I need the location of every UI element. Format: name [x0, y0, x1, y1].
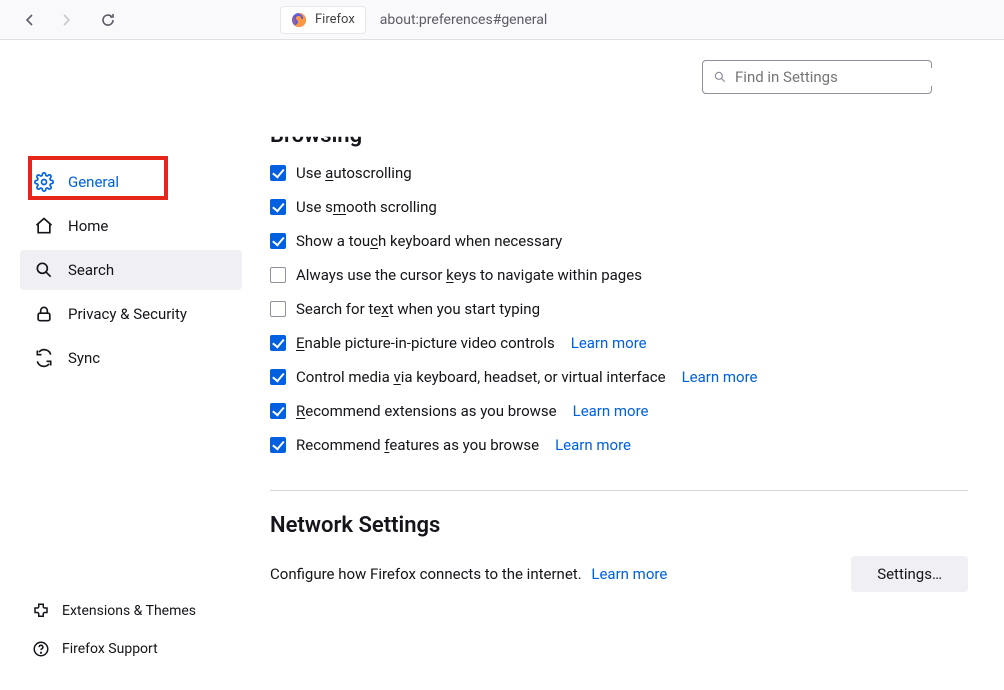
network-settings-button[interactable]: Settings… — [851, 556, 968, 592]
sidebar-item-extensions[interactable]: Extensions & Themes — [20, 594, 208, 628]
forward-button[interactable] — [52, 6, 80, 34]
learn-more-link[interactable]: Learn more — [573, 402, 649, 420]
sidebar-item-label: Home — [68, 217, 108, 235]
checkbox-label[interactable]: Recommend features as you browse — [296, 436, 539, 454]
sidebar-item-home[interactable]: Home — [20, 206, 242, 246]
identity-label: Firefox — [315, 12, 355, 27]
sidebar-item-support[interactable]: Firefox Support — [20, 632, 208, 666]
browsing-option-5: Enable picture-in-picture video controls… — [270, 334, 968, 352]
checkbox-label[interactable]: Use autoscrolling — [296, 164, 412, 182]
checkbox-label[interactable]: Recommend extensions as you browse — [296, 402, 557, 420]
sidebar-item-label: Firefox Support — [62, 641, 158, 657]
settings-search-input[interactable] — [735, 68, 934, 86]
sidebar-item-label: Search — [68, 261, 114, 279]
identity-box[interactable]: Firefox — [280, 6, 366, 34]
search-icon — [713, 70, 727, 84]
sidebar-item-label: Sync — [68, 349, 100, 367]
checkbox-label[interactable]: Show a touch keyboard when necessary — [296, 232, 562, 250]
checkbox[interactable] — [270, 267, 286, 283]
browsing-option-0: Use autoscrolling — [270, 164, 968, 182]
sidebar: General Home Search Privacy & Security S… — [0, 40, 250, 690]
checkbox[interactable] — [270, 233, 286, 249]
network-learn-more[interactable]: Learn more — [591, 565, 667, 583]
browsing-heading: Browsing — [270, 123, 968, 148]
back-button[interactable] — [16, 6, 44, 34]
checkbox[interactable] — [270, 301, 286, 317]
browsing-option-1: Use smooth scrolling — [270, 198, 968, 216]
sidebar-item-sync[interactable]: Sync — [20, 338, 242, 378]
checkbox-label[interactable]: Control media via keyboard, headset, or … — [296, 368, 666, 386]
learn-more-link[interactable]: Learn more — [571, 334, 647, 352]
sidebar-item-label: General — [68, 173, 119, 191]
checkbox[interactable] — [270, 369, 286, 385]
checkbox[interactable] — [270, 437, 286, 453]
browsing-option-6: Control media via keyboard, headset, or … — [270, 368, 968, 386]
checkbox[interactable] — [270, 165, 286, 181]
url-text[interactable]: about:preferences#general — [380, 12, 547, 28]
network-heading: Network Settings — [270, 513, 968, 538]
sidebar-item-privacy[interactable]: Privacy & Security — [20, 294, 242, 334]
browsing-option-4: Search for text when you start typing — [270, 300, 968, 318]
browsing-option-7: Recommend extensions as you browse Learn … — [270, 402, 968, 420]
checkbox-label[interactable]: Search for text when you start typing — [296, 300, 540, 318]
main-panel: Browsing Use autoscrolling Use smooth scr… — [250, 40, 1004, 690]
browsing-option-3: Always use the cursor keys to navigate w… — [270, 266, 968, 284]
firefox-logo-icon — [291, 12, 307, 28]
checkbox[interactable] — [270, 199, 286, 215]
toolbar: Firefox about:preferences#general — [0, 0, 1004, 40]
sidebar-item-label: Privacy & Security — [68, 305, 187, 323]
checkbox-label[interactable]: Enable picture-in-picture video controls — [296, 334, 555, 352]
sidebar-item-general[interactable]: General — [20, 162, 242, 202]
learn-more-link[interactable]: Learn more — [555, 436, 631, 454]
browsing-option-2: Show a touch keyboard when necessary — [270, 232, 968, 250]
checkbox-label[interactable]: Always use the cursor keys to navigate w… — [296, 266, 642, 284]
sidebar-item-search[interactable]: Search — [20, 250, 242, 290]
network-description: Configure how Firefox connects to the in… — [270, 565, 667, 583]
checkbox[interactable] — [270, 335, 286, 351]
settings-search[interactable] — [702, 60, 932, 94]
reload-button[interactable] — [94, 6, 122, 34]
separator — [270, 490, 968, 491]
checkbox[interactable] — [270, 403, 286, 419]
sidebar-item-label: Extensions & Themes — [62, 603, 196, 619]
checkbox-label[interactable]: Use smooth scrolling — [296, 198, 437, 216]
browsing-option-8: Recommend features as you browse Learn mo… — [270, 436, 968, 454]
learn-more-link[interactable]: Learn more — [682, 368, 758, 386]
